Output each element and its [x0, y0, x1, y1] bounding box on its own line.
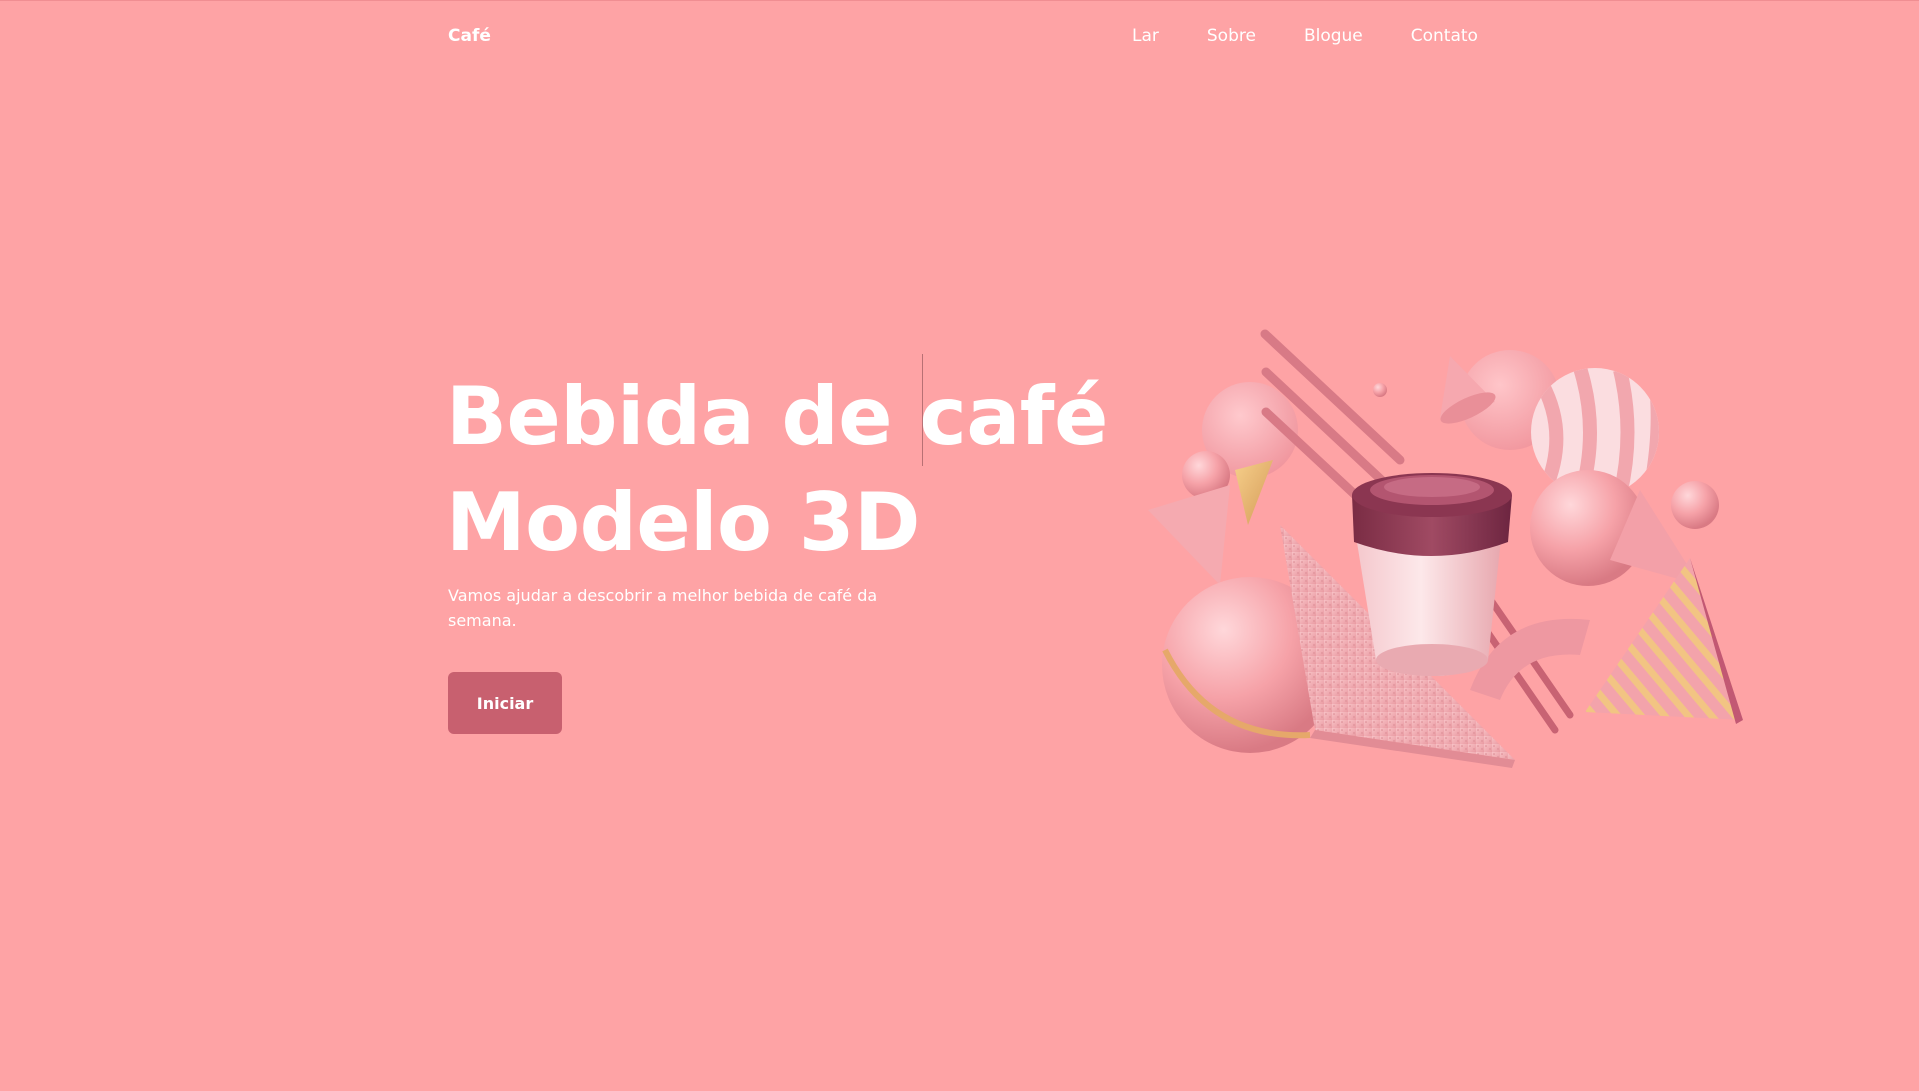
hero-title: Bebida de café Modelo 3D: [446, 364, 1108, 576]
main-nav: Lar Sobre Blogue Contato: [1132, 26, 1526, 46]
hero-title-line-2: Modelo 3D: [446, 476, 920, 569]
hero-subtitle: Vamos ajudar a descobrir a melhor bebida…: [448, 586, 878, 630]
nav-item-blogue[interactable]: Blogue: [1304, 26, 1363, 46]
nav-item-contato[interactable]: Contato: [1411, 26, 1478, 46]
start-button[interactable]: Iniciar: [448, 672, 562, 734]
brand-logo-link[interactable]: Café: [448, 26, 491, 46]
hero-title-line-1: Bebida de café: [446, 370, 1108, 463]
nav-item-lar[interactable]: Lar: [1132, 26, 1159, 46]
top-divider: [0, 0, 1919, 1]
nav-item-sobre[interactable]: Sobre: [1207, 26, 1256, 46]
coffee-cup-3d-icon: [1148, 329, 1743, 768]
page: Café Lar Sobre Blogue Contato Bebida de …: [0, 0, 1919, 1091]
text-cursor: [922, 354, 923, 466]
